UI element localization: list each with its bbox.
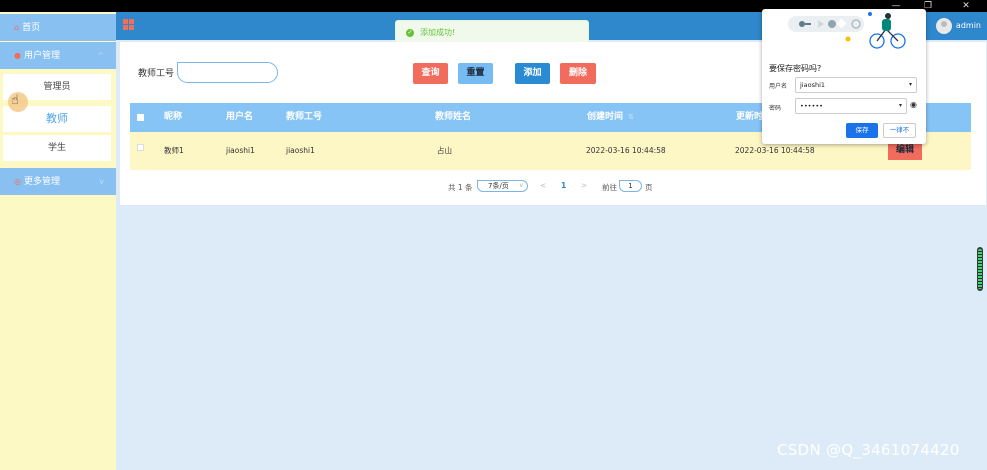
pagination-total: 共 1 条: [448, 183, 473, 192]
username-label: admin: [955, 21, 981, 30]
cell-nickname: 教师1: [164, 146, 184, 155]
toast-message: 添加成功!: [420, 28, 456, 37]
next-page-icon[interactable]: >: [581, 181, 587, 190]
sidebar: ⌂ 首页 ● 用户管理 ^ 管理员 教师 学生 ◎ 更多管理 v ☝: [0, 12, 116, 470]
page-size-select[interactable]: 7条/页 v: [477, 180, 528, 192]
chevron-up-icon: ^: [97, 51, 104, 60]
column-header-nickname[interactable]: 昵称: [164, 103, 182, 132]
eye-icon[interactable]: ◉: [910, 100, 917, 109]
column-header-label: 创建时间: [587, 112, 624, 122]
password-field-label: 密码: [769, 105, 782, 112]
home-icon: ⌂: [14, 23, 20, 32]
chevron-down-icon: v: [519, 182, 523, 189]
settings-icon: ◎: [14, 177, 21, 186]
sidebar-item-home[interactable]: ⌂ 首页: [0, 14, 116, 41]
save-password-popup: 要保存密码吗? 用户名 jiaoshi1 ▾ 密码 •••••• ▾ ◉ 保存 一律…: [762, 9, 926, 144]
page-size-value: 7条/页: [488, 182, 509, 190]
close-icon[interactable]: ✕: [952, 0, 980, 12]
username-field-label: 用户名: [769, 83, 788, 90]
goto-label: 前往: [602, 183, 617, 192]
reset-button[interactable]: 重置: [458, 63, 493, 84]
column-header-created[interactable]: 创建时间 ⇅: [587, 103, 634, 132]
prev-page-icon[interactable]: <: [540, 181, 546, 190]
page-suffix-label: 页: [645, 183, 653, 192]
cell-teacher-id: jiaoshi1: [286, 146, 315, 155]
sidebar-item-more-management[interactable]: ◎ 更多管理 v: [0, 168, 116, 195]
chevron-down-icon: ▾: [908, 81, 912, 88]
user-menu[interactable]: admin: [935, 12, 981, 40]
sidebar-item-label: 首页: [22, 23, 41, 33]
sidebar-item-label: 用户管理: [23, 51, 60, 61]
password-field-value: ••••••: [800, 102, 824, 110]
pagination: 共 1 条 7条/页 v < 1 > 前往 1 页: [120, 180, 986, 194]
row-checkbox[interactable]: [137, 144, 144, 151]
save-password-button[interactable]: 保存: [846, 123, 878, 138]
logo-icon: [123, 19, 134, 30]
sort-icon: ⇅: [628, 113, 634, 121]
teacher-id-input[interactable]: [177, 62, 278, 83]
sidebar-item-user-management[interactable]: ● 用户管理 ^: [0, 42, 116, 69]
delete-button[interactable]: 删除: [560, 63, 596, 84]
select-all-checkbox[interactable]: [137, 114, 144, 121]
page-number[interactable]: 1: [561, 181, 566, 190]
hand-cursor-icon: ☝: [11, 93, 19, 108]
avatar: [935, 18, 952, 34]
sidebar-item-label: 更多管理: [23, 177, 60, 187]
column-header-teacher-id[interactable]: 教师工号: [286, 103, 322, 132]
cell-created: 2022-03-16 10:44:58: [586, 146, 666, 155]
goto-page-input[interactable]: 1: [619, 180, 642, 192]
scroll-indicator[interactable]: [977, 247, 983, 291]
query-button[interactable]: 查询: [413, 63, 448, 84]
username-field[interactable]: jiaoshi1 ▾: [795, 77, 917, 93]
never-save-button[interactable]: 一律不: [883, 123, 916, 138]
teacher-id-label: 教师工号: [138, 69, 175, 79]
password-illustration-icon: [788, 12, 906, 49]
cell-teacher-name: 占山: [437, 146, 452, 155]
username-field-value: jiaoshi1: [800, 81, 826, 89]
column-header-username[interactable]: 用户名: [226, 103, 253, 132]
add-button[interactable]: 添加: [515, 63, 550, 84]
password-field[interactable]: •••••• ▾: [795, 98, 907, 114]
watermark: CSDN @Q_3461074420: [777, 441, 960, 459]
chevron-down-icon: ▾: [898, 102, 902, 109]
chevron-down-icon: v: [99, 177, 104, 186]
user-icon: ●: [14, 51, 21, 60]
column-header-teacher-name[interactable]: 教师姓名: [435, 103, 471, 132]
sidebar-item-student[interactable]: 学生: [3, 135, 111, 161]
popup-title: 要保存密码吗?: [769, 64, 822, 73]
check-circle-icon: ✓: [406, 29, 414, 37]
cell-username: jiaoshi1: [226, 146, 255, 155]
